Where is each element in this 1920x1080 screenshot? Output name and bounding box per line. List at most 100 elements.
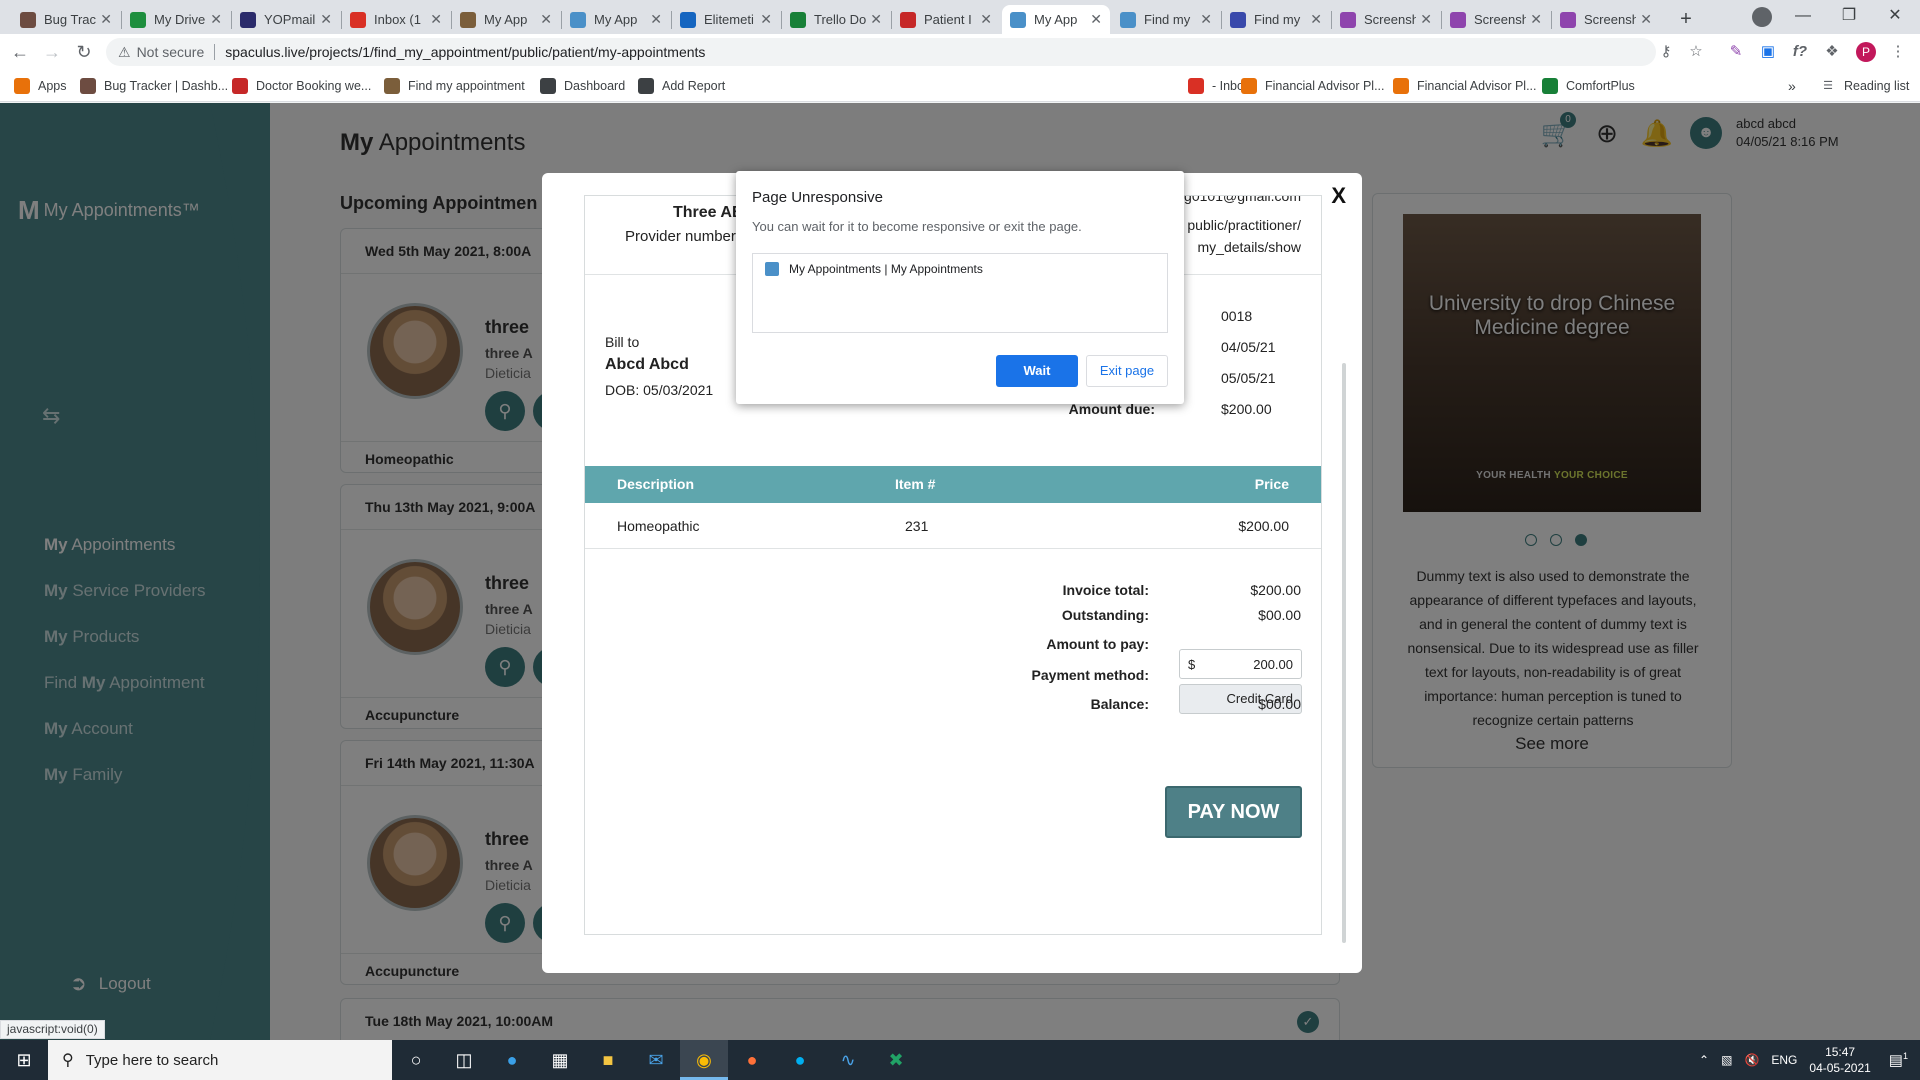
store-icon[interactable]: ▦ <box>536 1040 584 1080</box>
search-icon: ⚲ <box>62 1052 74 1069</box>
browser-tab[interactable]: Elitemeti ✕ <box>672 5 780 34</box>
amount-to-pay-input[interactable]: $ 200.00 <box>1179 649 1302 679</box>
new-tab-button[interactable]: + <box>1672 5 1700 33</box>
taskbar-search-placeholder: Type here to search <box>85 1051 219 1069</box>
volume-icon[interactable]: 🔇 <box>1744 1053 1759 1067</box>
bookmark-item[interactable]: Add Report <box>638 76 725 96</box>
clock[interactable]: 15:47 04-05-2021 <box>1809 1044 1870 1076</box>
chrome-icon[interactable]: ◉ <box>680 1040 728 1080</box>
doctor-icon <box>232 78 248 94</box>
wait-button[interactable]: Wait <box>996 355 1078 387</box>
tab-title: Bug Trac <box>44 12 97 27</box>
tray-chevron-icon[interactable]: ⌃ <box>1699 1053 1709 1067</box>
tab-close-icon[interactable]: ✕ <box>100 11 112 28</box>
restore-button[interactable]: ❐ <box>1826 0 1872 34</box>
modal-scrollbar[interactable] <box>1342 363 1346 943</box>
screen-extension-icon[interactable]: ▣ <box>1758 42 1778 62</box>
tab-search-icon[interactable] <box>1752 7 1772 27</box>
tab-close-icon[interactable]: ✕ <box>870 11 882 28</box>
tab-close-icon[interactable]: ✕ <box>1530 11 1542 28</box>
bookmark-item[interactable]: Apps <box>14 76 67 96</box>
tab-close-icon[interactable]: ✕ <box>1310 11 1322 28</box>
close-window-button[interactable]: ✕ <box>1872 0 1918 34</box>
skype-icon[interactable]: ● <box>776 1040 824 1080</box>
minimize-button[interactable]: — <box>1780 0 1826 34</box>
start-button[interactable]: ⊞ <box>0 1040 48 1080</box>
firefox-icon[interactable]: ● <box>728 1040 776 1080</box>
bookmark-item[interactable]: Dashboard <box>540 76 625 96</box>
tab-close-icon[interactable]: ✕ <box>760 11 772 28</box>
tab-close-icon[interactable]: ✕ <box>1640 11 1652 28</box>
browser-tab[interactable]: My App ✕ <box>562 5 670 34</box>
exit-page-button[interactable]: Exit page <box>1086 355 1168 387</box>
browser-tab[interactable]: Find my ✕ <box>1112 5 1220 34</box>
language-indicator[interactable]: ENG <box>1771 1053 1797 1067</box>
browser-tab[interactable]: YOPmail ✕ <box>232 5 340 34</box>
profile-avatar[interactable]: P <box>1856 42 1876 62</box>
column-item-number: Item # <box>895 476 936 492</box>
extensions-puzzle-icon[interactable]: ❖ <box>1822 42 1842 62</box>
globe-icon <box>638 78 654 94</box>
edge-icon[interactable]: ● <box>488 1040 536 1080</box>
app-icon <box>1010 11 1026 28</box>
browser-tab[interactable]: Inbox (1 ✕ <box>342 5 450 34</box>
back-button[interactable]: ← <box>8 40 32 64</box>
formula-extension-icon[interactable]: f? <box>1790 42 1810 62</box>
browser-tab[interactable]: My App ✕ <box>1002 5 1110 34</box>
bookmark-item[interactable]: Find my appointment <box>384 76 525 96</box>
bookmark-star-icon[interactable]: ☆ <box>1686 42 1706 62</box>
menu-kebab-icon[interactable]: ⋮ <box>1888 42 1908 62</box>
browser-tab[interactable]: Bug Trac ✕ <box>12 5 120 34</box>
reading-list-button[interactable]: ☰ Reading list <box>1820 76 1909 96</box>
file-explorer-icon[interactable]: ■ <box>584 1040 632 1080</box>
items-table-header: Description Item # Price <box>585 466 1321 503</box>
bookmark-item[interactable]: Doctor Booking we... <box>232 76 371 96</box>
mail-icon[interactable]: ✉ <box>632 1040 680 1080</box>
tab-close-icon[interactable]: ✕ <box>210 11 222 28</box>
task-view-icon[interactable]: ◫ <box>440 1040 488 1080</box>
network-icon[interactable]: ▧ <box>1721 1053 1732 1067</box>
browser-tab[interactable]: My Drive ✕ <box>122 5 230 34</box>
tab-close-icon[interactable]: ✕ <box>430 11 442 28</box>
stocks-icon[interactable]: ∿ <box>824 1040 872 1080</box>
browser-tab[interactable]: Screensh ✕ <box>1442 5 1550 34</box>
tab-close-icon[interactable]: ✕ <box>650 11 662 28</box>
excel-icon[interactable]: ✖ <box>872 1040 920 1080</box>
pay-now-button[interactable]: PAY NOW <box>1165 786 1302 838</box>
close-modal-button[interactable]: X <box>1331 183 1346 209</box>
taskbar-search-box[interactable]: ⚲ Type here to search <box>48 1040 392 1080</box>
outstanding-label: Outstanding: <box>1061 607 1149 623</box>
unresponsive-page-list: My Appointments | My Appointments <box>752 253 1168 333</box>
tab-close-icon[interactable]: ✕ <box>540 11 552 28</box>
clock-time: 15:47 <box>1825 1045 1856 1059</box>
browser-tab[interactable]: Screensh ✕ <box>1552 5 1660 34</box>
bookmark-label: ComfortPlus <box>1566 79 1635 93</box>
tab-close-icon[interactable]: ✕ <box>1420 11 1432 28</box>
browser-tab[interactable]: Screensh ✕ <box>1332 5 1440 34</box>
forward-button[interactable]: → <box>40 40 64 64</box>
browser-tab[interactable]: Patient I ✕ <box>892 5 1000 34</box>
tab-close-icon[interactable]: ✕ <box>320 11 332 28</box>
reading-list-label: Reading list <box>1844 79 1910 93</box>
tab-close-icon[interactable]: ✕ <box>1200 11 1212 28</box>
bill-to-name: Abcd Abcd <box>605 356 689 373</box>
address-bar[interactable]: ⚠ Not secure spaculus.live/projects/1/fi… <box>106 38 1656 66</box>
amount-to-pay-value: 200.00 <box>1253 657 1293 672</box>
bookmark-item[interactable]: Bug Tracker | Dashb... <box>80 76 228 96</box>
pen-extension-icon[interactable]: ✎ <box>1726 42 1746 62</box>
gmail-icon <box>350 11 366 28</box>
key-icon[interactable]: ⚷ <box>1656 42 1676 62</box>
tab-close-icon[interactable]: ✕ <box>980 11 992 28</box>
cortana-icon[interactable]: ○ <box>392 1040 440 1080</box>
browser-tab[interactable]: Find my ✕ <box>1222 5 1330 34</box>
reload-button[interactable]: ↻ <box>72 40 96 64</box>
browser-tab[interactable]: Trello Do ✕ <box>782 5 890 34</box>
bookmarks-overflow-button[interactable]: » <box>1788 76 1796 96</box>
bookmark-item[interactable]: Financial Advisor Pl... <box>1241 76 1385 96</box>
browser-tab[interactable]: My App ✕ <box>452 5 560 34</box>
bookmark-item[interactable]: ComfortPlus <box>1542 76 1635 96</box>
notification-center-icon[interactable]: ▤1 <box>1889 1051 1908 1069</box>
app-icon <box>570 11 586 28</box>
tab-close-icon[interactable]: ✕ <box>1090 11 1102 28</box>
bookmark-item[interactable]: Financial Advisor Pl... <box>1393 76 1537 96</box>
